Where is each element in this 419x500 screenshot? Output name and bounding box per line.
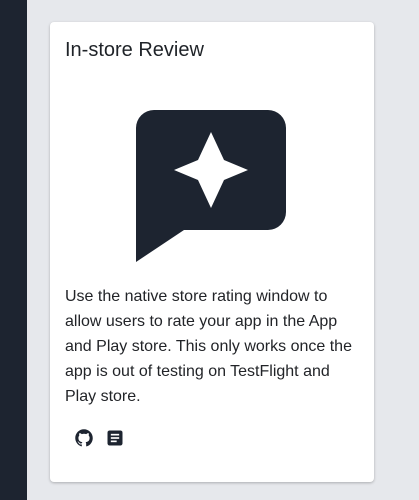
docs-icon bbox=[107, 430, 123, 446]
feature-card: In-store Review Use the native store rat… bbox=[50, 22, 374, 482]
github-button[interactable] bbox=[73, 427, 95, 449]
left-sidebar bbox=[0, 0, 27, 500]
github-icon bbox=[75, 429, 93, 447]
card-description: Use the native store rating window to al… bbox=[65, 288, 352, 405]
sparkle-chat-bubble-icon bbox=[136, 110, 288, 262]
card-title: In-store Review bbox=[65, 39, 204, 61]
docs-button[interactable] bbox=[104, 427, 126, 449]
card-actions bbox=[73, 427, 126, 449]
